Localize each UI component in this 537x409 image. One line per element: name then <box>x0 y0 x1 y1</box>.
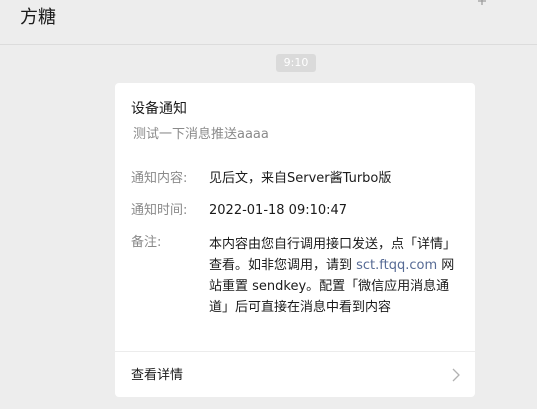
pin-icon[interactable] <box>476 0 488 6</box>
time-value: 2022-01-18 09:10:47 <box>209 203 348 218</box>
sct-link[interactable]: sct.ftqq.com <box>356 258 437 273</box>
chat-header: 方糖 <box>0 0 537 45</box>
card-subtitle: 测试一下消息推送aaaa <box>133 127 269 142</box>
note-label: 备注: <box>131 235 162 250</box>
content-value: 见后文，来自Server酱Turbo版 <box>209 171 392 186</box>
card-title: 设备通知 <box>131 101 187 117</box>
chevron-right-icon <box>452 368 460 382</box>
view-details-button[interactable]: 查看详情 <box>115 352 475 397</box>
notification-card: 设备通知 测试一下消息推送aaaa 通知内容: 见后文，来自Server酱Tur… <box>115 83 475 397</box>
time-label: 通知时间: <box>131 203 188 218</box>
content-label: 通知内容: <box>131 171 188 186</box>
view-details-label: 查看详情 <box>131 368 184 383</box>
chat-title: 方糖 <box>20 7 56 28</box>
message-timestamp: 9:10 <box>276 54 316 72</box>
note-text: 本内容由您自行调用接口发送，点「详情」查看。如非您调用，请到 sct.ftqq.… <box>209 234 455 318</box>
